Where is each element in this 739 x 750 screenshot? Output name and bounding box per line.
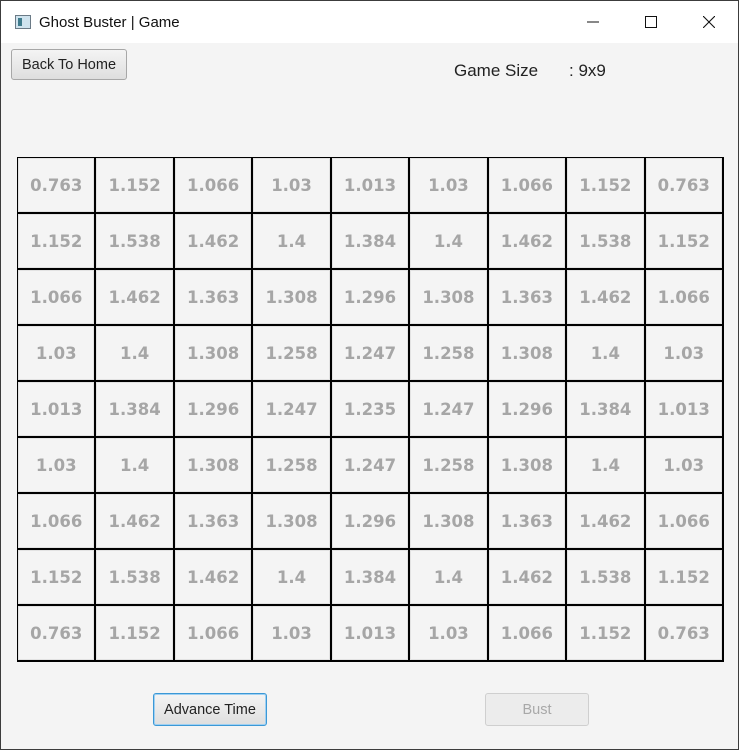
board-cell[interactable]: 1.152: [18, 214, 97, 270]
board-cell[interactable]: 1.258: [410, 438, 489, 494]
board-cell[interactable]: 1.152: [96, 606, 175, 662]
board-cell[interactable]: 1.462: [488, 550, 568, 606]
board-cell[interactable]: 1.258: [253, 326, 332, 382]
board-cell[interactable]: 1.066: [18, 494, 97, 550]
board-cell[interactable]: 1.4: [253, 550, 332, 606]
board-cell[interactable]: 1.384: [331, 550, 411, 606]
close-icon[interactable]: [680, 1, 738, 43]
board-cell[interactable]: 1.066: [174, 158, 254, 214]
bust-button: Bust: [485, 693, 589, 726]
app-window-icon: [15, 15, 31, 29]
board-cell[interactable]: 1.296: [331, 270, 411, 326]
board-cell[interactable]: 1.247: [331, 438, 411, 494]
board-cell[interactable]: 1.308: [488, 326, 568, 382]
board-cell[interactable]: 1.03: [410, 606, 489, 662]
board-cell[interactable]: 1.247: [410, 382, 489, 438]
board-cell[interactable]: 1.152: [645, 550, 724, 606]
board-cell[interactable]: 1.462: [174, 214, 254, 270]
board-cell[interactable]: 0.763: [645, 158, 724, 214]
board-cell[interactable]: 1.308: [174, 438, 254, 494]
board-cell[interactable]: 1.013: [645, 382, 724, 438]
game-size-label: Game Size: [454, 61, 539, 80]
board-cell[interactable]: 1.308: [410, 494, 489, 550]
board-cell[interactable]: 1.363: [174, 494, 254, 550]
board-cell[interactable]: 1.066: [174, 606, 254, 662]
board-cell[interactable]: 1.462: [96, 270, 175, 326]
board-cell[interactable]: 1.296: [331, 494, 411, 550]
game-window: Ghost Buster | Game Back To Home Game Si…: [0, 0, 739, 750]
board-cell[interactable]: 1.4: [253, 214, 332, 270]
board-cell[interactable]: 1.4: [567, 438, 646, 494]
board-cell[interactable]: 1.258: [410, 326, 489, 382]
board-cell[interactable]: 1.03: [253, 606, 332, 662]
board-cell[interactable]: 1.152: [18, 550, 97, 606]
board-cell[interactable]: 1.4: [567, 326, 646, 382]
board-cell[interactable]: 1.258: [253, 438, 332, 494]
board-cell[interactable]: 1.152: [96, 158, 175, 214]
board-cell[interactable]: 1.152: [567, 158, 646, 214]
board-cell[interactable]: 1.247: [253, 382, 332, 438]
board-cell[interactable]: 0.763: [18, 158, 97, 214]
board-cell[interactable]: 1.538: [96, 214, 175, 270]
game-board: 0.763 1.152 1.066 1.03 1.013 1.03 1.066 1.152 0.…: [17, 157, 724, 662]
board-cell[interactable]: 1.066: [488, 158, 568, 214]
board-cell[interactable]: 1.03: [253, 158, 332, 214]
game-size-value: : 9x9: [569, 61, 606, 80]
board-cell[interactable]: 1.308: [410, 270, 489, 326]
board-cell[interactable]: 1.066: [18, 270, 97, 326]
board-cell[interactable]: 1.296: [488, 382, 568, 438]
game-size-info: Game Size : 9x9: [454, 61, 606, 81]
board-cell[interactable]: 1.066: [488, 606, 568, 662]
board-cell[interactable]: 1.363: [174, 270, 254, 326]
board-cell[interactable]: 1.538: [567, 214, 646, 270]
maximize-icon[interactable]: [622, 1, 680, 43]
board-cell[interactable]: 1.013: [331, 158, 411, 214]
window-title: Ghost Buster | Game: [39, 13, 180, 31]
board-cell[interactable]: 1.308: [253, 270, 332, 326]
board-cell[interactable]: 1.03: [645, 438, 724, 494]
board-cell[interactable]: 1.066: [645, 494, 724, 550]
back-to-home-button[interactable]: Back To Home: [11, 49, 127, 80]
board-cell[interactable]: 1.4: [96, 326, 175, 382]
board-cell[interactable]: 1.384: [331, 214, 411, 270]
board-cell[interactable]: 1.013: [18, 382, 97, 438]
board-cell[interactable]: 1.462: [567, 270, 646, 326]
advance-time-button[interactable]: Advance Time: [153, 693, 267, 726]
board-cell[interactable]: 1.462: [567, 494, 646, 550]
board-cell[interactable]: 1.363: [488, 270, 568, 326]
board-cell[interactable]: 1.308: [488, 438, 568, 494]
board-cell[interactable]: 1.247: [331, 326, 411, 382]
board-cell[interactable]: 0.763: [645, 606, 724, 662]
window-controls: [564, 1, 738, 43]
board-cell[interactable]: 1.462: [488, 214, 568, 270]
board-cell[interactable]: 0.763: [18, 606, 97, 662]
title-bar[interactable]: Ghost Buster | Game: [1, 1, 738, 43]
board-cell[interactable]: 1.4: [410, 214, 489, 270]
board-cell[interactable]: 1.4: [410, 550, 489, 606]
board-cell[interactable]: 1.363: [488, 494, 568, 550]
board-cell[interactable]: 1.462: [96, 494, 175, 550]
board-cell[interactable]: 1.152: [645, 214, 724, 270]
board-cell[interactable]: 1.296: [174, 382, 254, 438]
board-cell[interactable]: 1.384: [96, 382, 175, 438]
board-cell[interactable]: 1.235: [331, 382, 411, 438]
board-cell[interactable]: 1.152: [567, 606, 646, 662]
board-cell[interactable]: 1.03: [18, 326, 97, 382]
board-cell[interactable]: 1.462: [174, 550, 254, 606]
board-cell[interactable]: 1.308: [253, 494, 332, 550]
board-cell[interactable]: 1.03: [18, 438, 97, 494]
minimize-icon[interactable]: [564, 1, 622, 43]
board-cell[interactable]: 1.4: [96, 438, 175, 494]
board-cell[interactable]: 1.308: [174, 326, 254, 382]
board-cell[interactable]: 1.013: [331, 606, 411, 662]
board-cell[interactable]: 1.384: [567, 382, 646, 438]
board-cell[interactable]: 1.03: [645, 326, 724, 382]
board-cell[interactable]: 1.066: [645, 270, 724, 326]
board-cell[interactable]: 1.03: [410, 158, 489, 214]
board-cell[interactable]: 1.538: [567, 550, 646, 606]
board-cell[interactable]: 1.538: [96, 550, 175, 606]
